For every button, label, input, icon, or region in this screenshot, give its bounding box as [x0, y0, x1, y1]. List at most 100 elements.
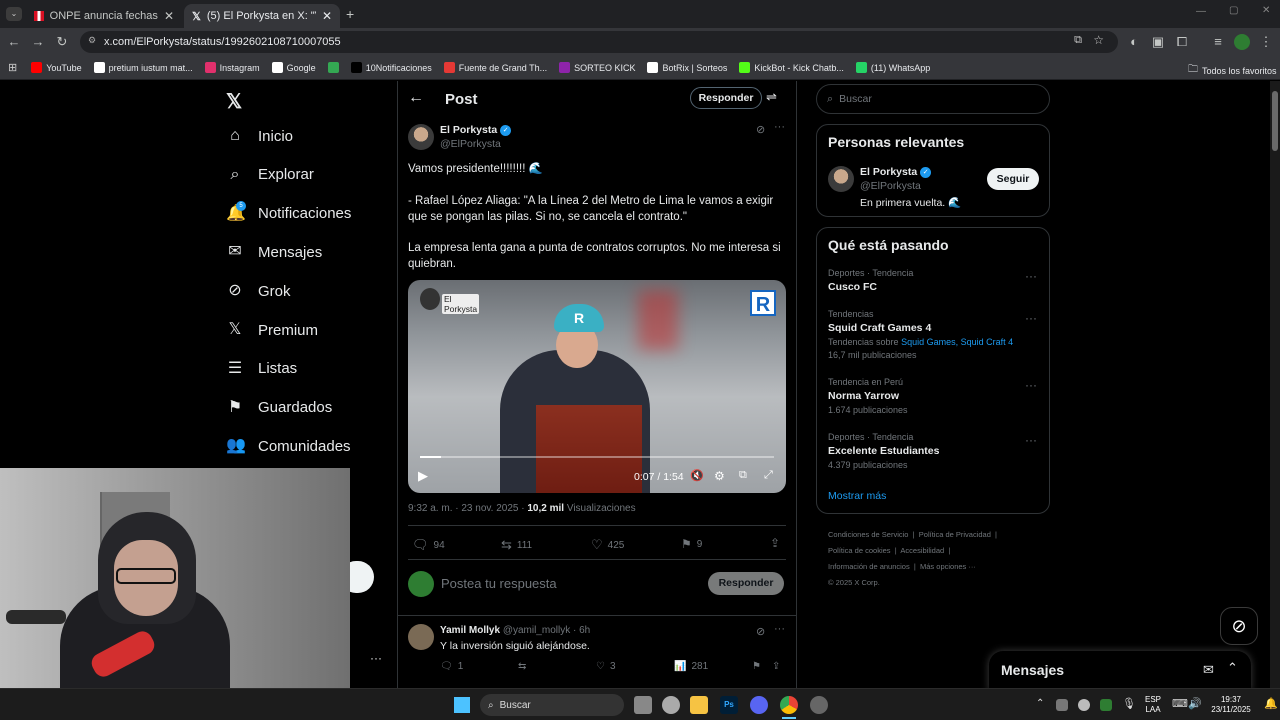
sidebar-item-listas[interactable]: ☰ Listas: [226, 360, 297, 378]
bookmark-item[interactable]: 10Notificaciones: [350, 62, 432, 73]
browser-tab-onpe[interactable]: ONPE anuncia fechas de inscrip ✕: [26, 4, 182, 28]
sidebar-item-mensajes[interactable]: ✉ Mensajes: [226, 243, 322, 261]
footer-ads-info[interactable]: Información de anuncios: [828, 562, 910, 571]
mute-icon[interactable]: 🔇: [690, 469, 704, 482]
reply-submit-button[interactable]: Responder: [708, 572, 784, 595]
bookmark-item[interactable]: (11) WhatsApp: [855, 62, 930, 73]
trend-more-icon[interactable]: ···: [1025, 433, 1037, 447]
network-icon[interactable]: ⌨: [1172, 697, 1188, 710]
like-action[interactable]: ♡ 425: [591, 537, 624, 553]
sidebar-item-premium[interactable]: 𝕏 Premium: [226, 321, 318, 339]
profile-avatar[interactable]: [1234, 34, 1250, 50]
bookmark-item[interactable]: Instagram: [204, 62, 260, 73]
reload-icon[interactable]: ↻: [54, 34, 70, 50]
tab-search-button[interactable]: ⌄: [6, 7, 22, 21]
minimize-button[interactable]: —: [1196, 6, 1206, 17]
trend-more-icon[interactable]: ···: [1025, 378, 1037, 392]
bookmark-item[interactable]: Google: [271, 62, 316, 73]
author-handle[interactable]: @ElPorkysta: [440, 138, 511, 150]
trend-more-icon[interactable]: ···: [1025, 311, 1037, 325]
reply-input[interactable]: Postea tu respuesta: [441, 576, 557, 591]
reply-more-icon[interactable]: ···: [774, 623, 785, 635]
browser-tab-x-post[interactable]: 𝕏 (5) El Porkysta en X: "Vamos pre ✕: [184, 4, 340, 28]
sidebar-item-guardados[interactable]: ⚑ Guardados: [226, 399, 332, 417]
post-timestamp[interactable]: 9:32 a. m. · 23 nov. 2025 ·: [408, 503, 525, 514]
file-explorer-icon[interactable]: [690, 696, 708, 714]
pip-icon[interactable]: ⧉: [739, 469, 747, 482]
relevant-handle[interactable]: @ElPorkysta: [860, 180, 961, 192]
tray-icon[interactable]: [1100, 699, 1112, 711]
new-message-icon[interactable]: ✉: [1203, 662, 1214, 678]
follow-button[interactable]: Seguir: [987, 168, 1039, 190]
expand-chevron-icon[interactable]: ⌃: [1227, 660, 1238, 676]
play-icon[interactable]: ▶: [418, 468, 428, 484]
footer-privacy[interactable]: Política de Privacidad: [919, 530, 991, 539]
apps-grid-icon[interactable]: ⊞: [8, 61, 17, 74]
discord-icon[interactable]: [750, 696, 768, 714]
trend-item[interactable]: Tendencia en Perú Norma Yarrow 1.674 pub…: [828, 377, 908, 415]
reply-share-action[interactable]: ⇪: [772, 661, 780, 672]
sidebar-item-inicio[interactable]: ⌂ Inicio: [226, 127, 293, 145]
show-more-link[interactable]: Mostrar más: [828, 490, 886, 502]
reply-author[interactable]: Yamil Mollyk: [440, 625, 500, 636]
address-bar[interactable]: ⚙ x.com/ElPorkysta/status/19926021087100…: [80, 31, 1118, 53]
tray-mic-icon[interactable]: 🎙: [1122, 697, 1136, 710]
new-tab-button[interactable]: +: [346, 6, 354, 22]
maximize-button[interactable]: ▢: [1229, 5, 1238, 16]
bookmark-action[interactable]: ⚑ 9: [681, 537, 702, 551]
chrome-icon[interactable]: [780, 696, 798, 714]
relevant-avatar[interactable]: [828, 166, 854, 192]
all-bookmarks[interactable]: 🗀 Todos los favoritos: [1188, 62, 1277, 79]
reply-bookmark-action[interactable]: ⚑: [752, 661, 761, 672]
footer-more[interactable]: Más opciones ···: [920, 562, 976, 571]
reply-views-action[interactable]: 📊 281: [674, 661, 708, 672]
reply-action[interactable]: 🗨 94: [412, 537, 445, 553]
post-more-icon[interactable]: ···: [774, 121, 785, 133]
back-arrow-icon[interactable]: ←: [408, 89, 424, 107]
forward-arrow-icon[interactable]: →: [30, 34, 46, 50]
footer-terms[interactable]: Condiciones de Servicio: [828, 530, 908, 539]
author-avatar[interactable]: [408, 124, 434, 150]
close-window-button[interactable]: ✕: [1262, 5, 1270, 16]
reply-like-action[interactable]: ♡ 3: [596, 661, 616, 672]
photoshop-icon[interactable]: Ps: [720, 696, 738, 714]
sidebar-item-grok[interactable]: ⊘ Grok: [226, 282, 290, 300]
task-view-icon[interactable]: [634, 696, 652, 714]
relevant-name[interactable]: El Porkysta: [860, 166, 917, 178]
messages-drawer[interactable]: Mensajes ✉ ⌃: [989, 651, 1251, 688]
bookmark-star-icon[interactable]: ☆: [1093, 33, 1104, 47]
start-windows-icon[interactable]: [454, 697, 470, 713]
grok-explain-icon[interactable]: ⊘: [756, 123, 765, 136]
trend-item[interactable]: Deportes · Tendencia Cusco FC: [828, 268, 913, 293]
reply-repost-action[interactable]: ⇆: [518, 661, 526, 672]
repost-action[interactable]: ⇆ 111: [501, 537, 532, 553]
media-icon[interactable]: ≡: [1210, 34, 1226, 50]
site-info-icon[interactable]: ⚙: [88, 35, 96, 46]
close-tab-icon[interactable]: ✕: [322, 9, 332, 23]
sidebar-item-comunidades[interactable]: 👥 Comunidades: [226, 437, 351, 455]
sidebar-item-explorar[interactable]: ⌕ Explorar: [226, 166, 314, 184]
fullscreen-icon[interactable]: ⤢: [764, 469, 773, 482]
grok-explain-icon[interactable]: ⊘: [756, 625, 765, 638]
taskbar-search[interactable]: ⌕ Buscar: [480, 694, 624, 716]
search-box[interactable]: ⌕ Buscar: [816, 84, 1050, 114]
extensions-puzzle-icon[interactable]: ⧠: [1174, 34, 1190, 50]
trend-item[interactable]: Deportes · Tendencia Excelente Estudiant…: [828, 432, 939, 470]
reply-settings-icon[interactable]: ⇌: [766, 89, 777, 105]
language-indicator[interactable]: ESP LAA: [1142, 695, 1164, 715]
settings-gear-icon[interactable]: ⚙: [714, 469, 725, 483]
clock[interactable]: 19:37 23/11/2025: [1204, 695, 1258, 715]
grok-floating-button[interactable]: ⊘: [1220, 607, 1258, 645]
sidebar-item-notificaciones[interactable]: 🔔 5 Notificaciones: [226, 200, 351, 223]
bookmark-item[interactable]: Fuente de Grand Th...: [443, 62, 547, 73]
reply-handle[interactable]: @yamil_mollyk · 6h: [503, 625, 590, 636]
notifications-icon[interactable]: 🔔: [1264, 697, 1278, 710]
bookmark-item[interactable]: BotRix | Sorteos: [647, 62, 727, 73]
bookmark-item[interactable]: [327, 62, 339, 73]
install-icon[interactable]: ⧉: [1074, 34, 1082, 47]
account-more-icon[interactable]: ···: [370, 651, 382, 665]
footer-cookies[interactable]: Política de cookies: [828, 546, 891, 555]
tray-icon[interactable]: [1056, 699, 1068, 711]
trend-more-icon[interactable]: ···: [1025, 269, 1037, 283]
taskbar-app-icon[interactable]: [662, 696, 680, 714]
